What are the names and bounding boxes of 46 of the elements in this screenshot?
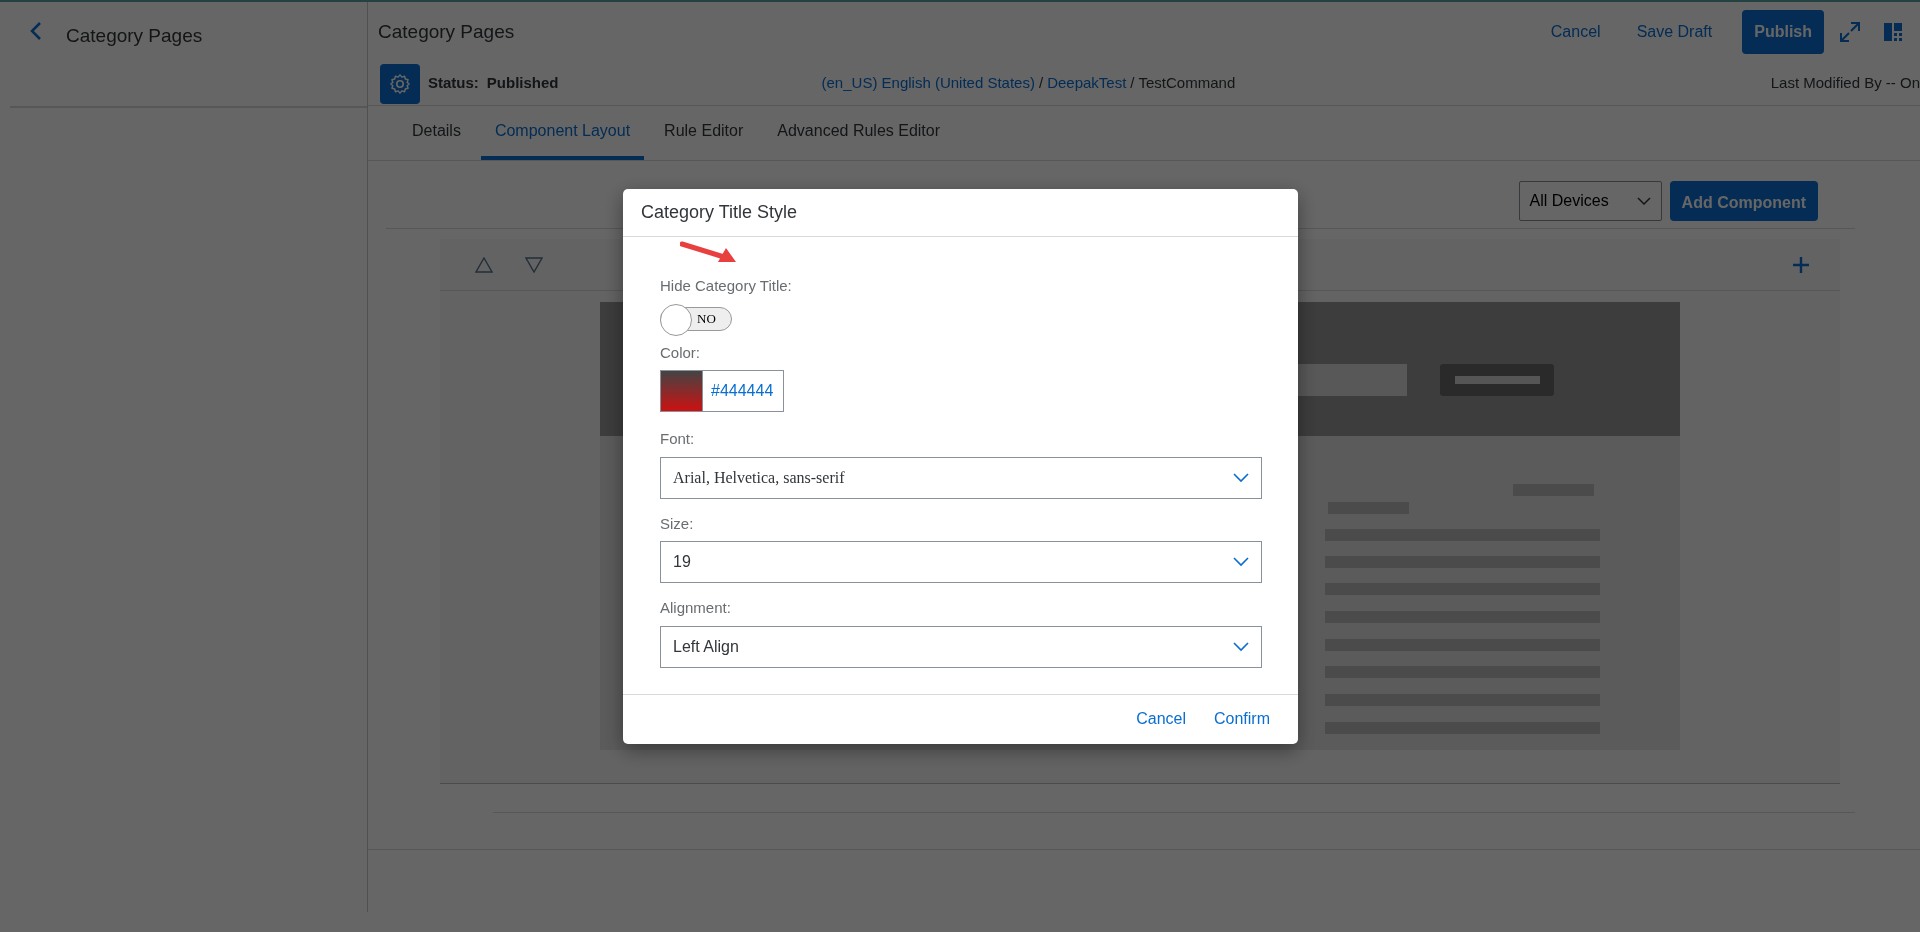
header-action-button[interactable]: Cancel xyxy=(1536,14,1615,50)
device-select[interactable]: All Devices xyxy=(1518,181,1662,221)
breadcrumb-current: TestCommand xyxy=(1138,73,1236,94)
annotation-arrow-icon xyxy=(680,240,738,264)
move-down-icon[interactable] xyxy=(525,256,543,273)
add-icon[interactable] xyxy=(1792,255,1810,274)
header-action-button[interactable]: Save Draft xyxy=(1622,14,1727,50)
layout-icon[interactable] xyxy=(1884,23,1902,41)
publish-button[interactable]: Publish xyxy=(1742,10,1824,54)
field-label: Hide Category Title: xyxy=(660,276,793,296)
breadcrumb-separator: / xyxy=(1130,73,1135,94)
fullscreen-icon[interactable] xyxy=(1840,22,1860,42)
settings-button[interactable] xyxy=(380,63,420,104)
field-label: Color: xyxy=(660,342,701,363)
dialog-title: Category Title Style xyxy=(641,201,798,224)
toggle-switch[interactable]: NO xyxy=(660,303,732,334)
status-value: Published xyxy=(486,73,559,94)
sidebar-title: Category Pages xyxy=(66,24,203,48)
color-swatch[interactable] xyxy=(661,371,703,411)
last-modified-text: Last Modified By -- On xyxy=(1770,73,1920,94)
dropdown-field[interactable]: Left Align xyxy=(660,625,1262,668)
color-field[interactable]: #444444 xyxy=(660,370,784,412)
move-up-icon[interactable] xyxy=(475,256,493,273)
dropdown-field[interactable]: Arial, Helvetica, sans-serif xyxy=(660,456,1262,499)
status-label: Status: xyxy=(428,73,479,94)
tab[interactable]: Advanced Rules Editor xyxy=(763,106,955,160)
field-label: Font: xyxy=(660,429,696,449)
breadcrumb-separator: / xyxy=(1038,73,1044,94)
add-component-button[interactable]: Add Component xyxy=(1669,181,1818,221)
breadcrumb-link[interactable]: (en_US) English (United States) xyxy=(821,72,1035,95)
dialog-button[interactable]: Cancel xyxy=(1122,701,1200,737)
gear-icon xyxy=(389,72,411,95)
tab[interactable]: Rule Editor xyxy=(650,106,758,160)
back-chevron-icon[interactable] xyxy=(30,22,42,40)
dialog-button[interactable]: Confirm xyxy=(1200,701,1284,737)
field-label: Alignment: xyxy=(660,598,732,618)
dropdown-field[interactable]: 19 xyxy=(660,541,1262,583)
chevron-down-icon xyxy=(1233,472,1249,483)
chevron-down-icon xyxy=(1233,557,1249,567)
page-title: Category Pages xyxy=(378,19,515,44)
tab[interactable]: Component Layout xyxy=(480,106,645,160)
field-label: Size: xyxy=(660,513,695,534)
tab[interactable]: Details xyxy=(398,106,475,160)
chevron-down-icon xyxy=(1233,641,1249,652)
chevron-down-icon xyxy=(1636,197,1651,205)
breadcrumb-link[interactable]: DeepakTest xyxy=(1047,72,1127,95)
